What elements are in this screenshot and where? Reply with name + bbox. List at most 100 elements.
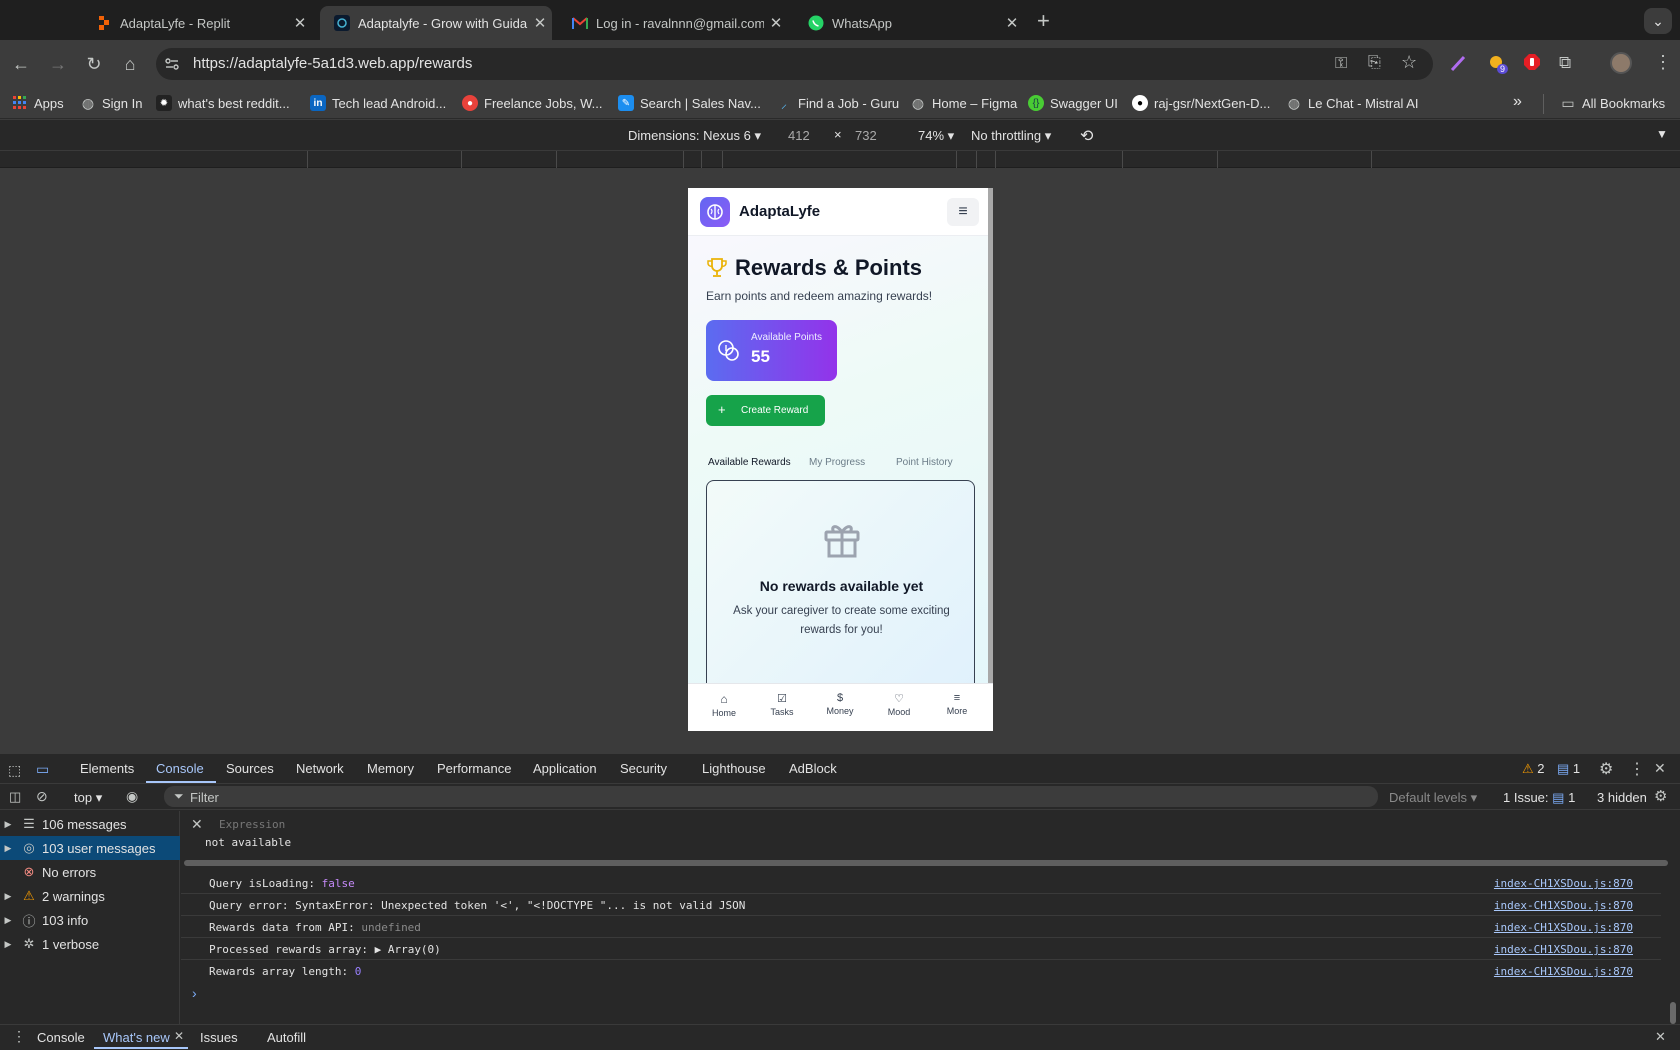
reload-icon[interactable]: ↻ xyxy=(81,51,107,77)
expression-input[interactable]: Expression xyxy=(219,818,285,831)
nav-more[interactable]: ≡ More xyxy=(939,692,975,716)
devtools-tab-lighthouse[interactable]: Lighthouse xyxy=(702,761,766,776)
profile-avatar[interactable] xyxy=(1610,52,1632,74)
bookmark-apps[interactable]: Apps xyxy=(12,95,64,111)
browser-tab-gmail[interactable]: Log in - ravalnnn@gmail.com ✕ xyxy=(558,6,788,40)
key-icon[interactable]: ⚿ xyxy=(1335,55,1347,73)
expandable-array[interactable]: ▶ Array(0) xyxy=(375,943,441,956)
drawer-menu-icon[interactable]: ⋮ xyxy=(12,1028,26,1045)
close-icon[interactable]: ✕ xyxy=(1000,14,1024,32)
nav-money[interactable]: $ Money xyxy=(822,692,858,716)
clear-console-icon[interactable]: ⊘ xyxy=(36,788,48,805)
scrollbar[interactable] xyxy=(988,188,993,693)
sidebar-toggle-icon[interactable]: ◫ xyxy=(9,789,21,805)
url-text[interactable]: https://adaptalyfe-5a1d3.web.app/rewards xyxy=(193,55,472,72)
horizontal-scrollbar[interactable] xyxy=(183,859,1669,867)
nav-home[interactable]: ⌂ Home xyxy=(706,692,742,718)
sidebar-item-messages[interactable]: ▶ ☰ 106 messages xyxy=(0,812,180,836)
issues-button[interactable]: 1 Issue: ▤ 1 xyxy=(1503,790,1575,806)
settings-gear-icon[interactable]: ⚙ xyxy=(1599,759,1613,779)
site-info-icon[interactable] xyxy=(163,55,181,73)
close-icon[interactable]: ✕ xyxy=(288,14,312,32)
warnings-counter[interactable]: ⚠ 2 xyxy=(1522,761,1545,777)
extensions-puzzle-icon[interactable]: ⧉ xyxy=(1559,53,1571,73)
adblock-extension-icon[interactable] xyxy=(1523,53,1541,71)
tab-point-history[interactable]: Point History xyxy=(896,457,953,468)
log-levels-select[interactable]: Default levels ▾ xyxy=(1389,790,1477,806)
drawer-tab-issues[interactable]: Issues xyxy=(200,1030,238,1045)
inspect-element-icon[interactable]: ⬚ xyxy=(8,762,21,779)
log-source-link[interactable]: index-CH1XSDou.js:870 xyxy=(1494,899,1633,912)
devtools-tab-security[interactable]: Security xyxy=(620,761,667,776)
sidebar-item-info[interactable]: ▶ ⓘ 103 info xyxy=(0,908,180,932)
dimensions-select[interactable]: Dimensions: Nexus 6 ▾ xyxy=(628,128,761,144)
device-toggle-icon[interactable]: ▭ xyxy=(36,761,49,778)
context-select[interactable]: top ▾ xyxy=(74,790,102,806)
star-icon[interactable]: ☆ xyxy=(1401,52,1417,73)
bookmark-sign-in[interactable]: ◍ Sign In xyxy=(80,95,143,111)
filter-input[interactable]: ⏷ Filter xyxy=(164,786,1378,807)
log-source-link[interactable]: index-CH1XSDou.js:870 xyxy=(1494,921,1633,934)
feather-extension-icon[interactable] xyxy=(1450,54,1468,72)
sidebar-item-user-messages[interactable]: ▶ ◎ 103 user messages xyxy=(0,836,180,860)
sidebar-item-verbose[interactable]: ▶ ✲ 1 verbose xyxy=(0,932,180,956)
device-options-chevron-icon[interactable]: ▼ xyxy=(1656,127,1668,141)
devtools-menu-icon[interactable]: ⋮ xyxy=(1629,759,1645,779)
drawer-tab-autofill[interactable]: Autofill xyxy=(267,1030,306,1045)
close-icon[interactable]: ✕ xyxy=(764,14,788,32)
browser-tab-replit[interactable]: AdaptaLyfe - Replit ✕ xyxy=(82,6,312,40)
zoom-select[interactable]: 74% ▾ xyxy=(918,128,954,144)
bookmark-mistral[interactable]: ◍ Le Chat - Mistral AI xyxy=(1286,95,1419,111)
bookmark-reddit[interactable]: ✹ what's best reddit... xyxy=(156,95,290,111)
home-icon[interactable]: ⌂ xyxy=(117,51,143,77)
log-source-link[interactable]: index-CH1XSDou.js:870 xyxy=(1494,943,1633,956)
media-query-ruler[interactable] xyxy=(0,150,1680,168)
bookmark-freelance[interactable]: ● Freelance Jobs, W... xyxy=(462,95,603,111)
messages-counter[interactable]: ▤ 1 xyxy=(1557,761,1580,777)
back-arrow-icon[interactable]: ← xyxy=(8,51,34,77)
remove-expression-icon[interactable]: ✕ xyxy=(191,816,203,833)
devtools-tab-memory[interactable]: Memory xyxy=(367,761,414,776)
close-devtools-icon[interactable]: ✕ xyxy=(1654,760,1666,777)
devtools-tab-elements[interactable]: Elements xyxy=(80,761,134,776)
close-drawer-icon[interactable]: ✕ xyxy=(1655,1029,1666,1045)
throttling-select[interactable]: No throttling ▾ xyxy=(971,128,1051,144)
devtools-tab-sources[interactable]: Sources xyxy=(226,761,274,776)
devtools-tab-performance[interactable]: Performance xyxy=(437,761,511,776)
devtools-tab-application[interactable]: Application xyxy=(533,761,597,776)
close-icon[interactable]: ✕ xyxy=(528,14,552,32)
log-source-link[interactable]: index-CH1XSDou.js:870 xyxy=(1494,877,1633,890)
console-prompt[interactable]: › xyxy=(192,985,197,1001)
install-app-icon[interactable]: ⎘ xyxy=(1368,54,1381,72)
log-source-link[interactable]: index-CH1XSDou.js:870 xyxy=(1494,965,1633,978)
devtools-tab-network[interactable]: Network xyxy=(296,761,344,776)
bookmark-figma[interactable]: ◍ Home – Figma xyxy=(910,95,1017,111)
width-input[interactable]: 412 xyxy=(788,128,810,143)
drawer-tab-whats-new[interactable]: What's new xyxy=(103,1030,170,1045)
browser-tab-whatsapp[interactable]: WhatsApp ✕ xyxy=(794,6,1024,40)
forward-arrow-icon[interactable]: → xyxy=(45,51,71,77)
sidebar-item-warnings[interactable]: ▶ ⚠ 2 warnings xyxy=(0,884,180,908)
sidebar-item-errors[interactable]: ⊗ No errors xyxy=(0,860,180,884)
more-bookmarks-chevron-icon[interactable]: » xyxy=(1513,93,1522,111)
console-settings-gear-icon[interactable]: ⚙ xyxy=(1654,787,1667,805)
bookmark-sales-nav[interactable]: ✎ Search | Sales Nav... xyxy=(618,95,761,111)
tab-available-rewards[interactable]: Available Rewards xyxy=(708,457,791,468)
browser-menu-icon[interactable]: ⋮ xyxy=(1654,52,1672,73)
extension-badge-icon[interactable]: 9 xyxy=(1488,53,1510,75)
rotate-icon[interactable]: ⟲ xyxy=(1080,126,1093,146)
bookmark-swagger[interactable]: {} Swagger UI xyxy=(1028,95,1118,111)
console-scrollbar[interactable] xyxy=(1670,1002,1676,1024)
nav-tasks[interactable]: ☑ Tasks xyxy=(764,692,800,717)
devtools-tab-console[interactable]: Console xyxy=(156,761,204,776)
nav-mood[interactable]: ♡ Mood xyxy=(881,692,917,717)
bookmark-linkedin[interactable]: in Tech lead Android... xyxy=(310,95,446,111)
drawer-tab-console[interactable]: Console xyxy=(37,1030,85,1045)
new-tab-button[interactable]: + xyxy=(1037,8,1050,34)
all-bookmarks[interactable]: ▭ All Bookmarks xyxy=(1560,95,1665,111)
height-input[interactable]: 732 xyxy=(855,128,877,143)
live-expression-eye-icon[interactable]: ◉ xyxy=(126,788,138,805)
browser-tab-adaptalyfe[interactable]: Adaptalyfe - Grow with Guida ✕ xyxy=(320,6,552,40)
tab-my-progress[interactable]: My Progress xyxy=(809,457,865,468)
hamburger-menu-icon[interactable]: ≡ xyxy=(947,198,979,226)
